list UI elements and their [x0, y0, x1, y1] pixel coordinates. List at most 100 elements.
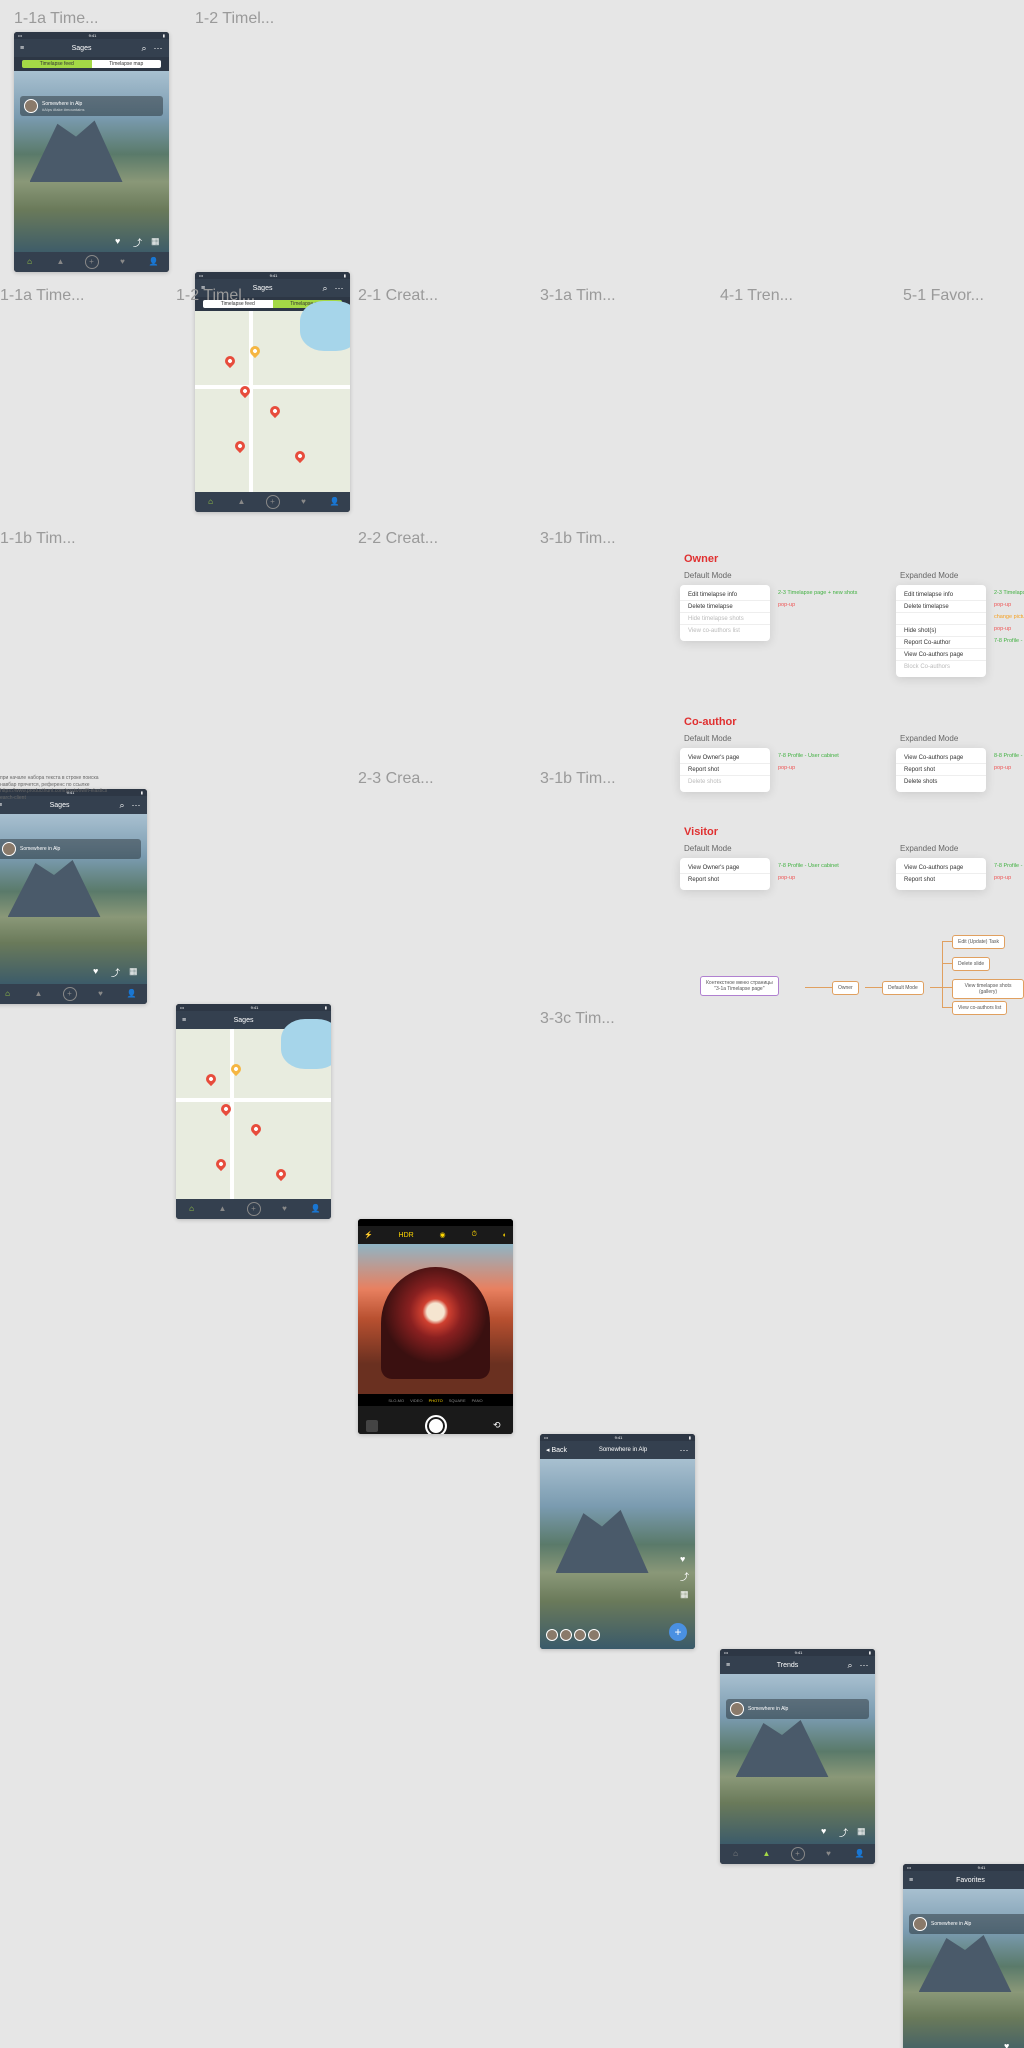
- search-icon[interactable]: ⌕: [139, 43, 149, 53]
- tab-fav[interactable]: ♥: [288, 492, 319, 512]
- tab-add[interactable]: +: [782, 1844, 813, 1864]
- share-icon[interactable]: ⤴: [680, 1570, 689, 1583]
- feed-photo[interactable]: Somewhere in Alp#Alps #lake #mountains ♥…: [14, 71, 169, 256]
- camera-viewfinder[interactable]: [358, 1244, 513, 1394]
- tab-home[interactable]: ⌂: [0, 984, 23, 1004]
- share-icon[interactable]: ⤴: [133, 236, 143, 246]
- mode-slomo[interactable]: SLO-MO: [388, 1398, 404, 1403]
- live-icon[interactable]: ◉: [440, 1231, 446, 1239]
- tab-home[interactable]: ⌂: [195, 492, 226, 512]
- artboard-5-1-favorites[interactable]: •••9:41▮ ≡ Favorites ⌕⋯ Somewhere in Alp…: [903, 1864, 1024, 2048]
- menu-icon[interactable]: ≡: [909, 1877, 913, 1884]
- segmented-control[interactable]: Timelapse feed Timelapse map: [14, 57, 169, 71]
- tab-add[interactable]: +: [54, 984, 85, 1004]
- avatar[interactable]: [24, 99, 38, 113]
- flip-camera-icon[interactable]: ⟲: [493, 1420, 505, 1432]
- avatar[interactable]: [560, 1629, 572, 1641]
- mode-square[interactable]: SQUARE: [449, 1398, 466, 1403]
- menu-icon[interactable]: ≡: [0, 802, 2, 809]
- artboard-1-1a-top[interactable]: •••9:41▮ ≡ Sages ⌕⋯ Timelapse feed Timel…: [14, 32, 169, 272]
- map-pin[interactable]: [214, 1157, 228, 1171]
- avatar[interactable]: [730, 1702, 744, 1716]
- mode-photo[interactable]: PHOTO: [429, 1398, 443, 1403]
- heart-icon[interactable]: ♥: [1004, 2041, 1014, 2048]
- map-pin[interactable]: [274, 1167, 288, 1181]
- shutter-button[interactable]: [425, 1415, 447, 1434]
- map-pin[interactable]: [204, 1072, 218, 1086]
- map-view[interactable]: [176, 1029, 331, 1201]
- grid-icon[interactable]: ▦: [680, 1589, 689, 1600]
- heart-icon[interactable]: ♥: [821, 1826, 831, 1836]
- feed-photo[interactable]: Somewhere in Alp ♥ ⤴ ▦: [720, 1674, 875, 1846]
- more-icon[interactable]: ⋯: [679, 1445, 689, 1455]
- filter-icon[interactable]: ◐: [503, 1232, 507, 1239]
- tab-fav[interactable]: ♥: [269, 1199, 300, 1219]
- more-icon[interactable]: ⋯: [334, 283, 344, 293]
- avatar[interactable]: [546, 1629, 558, 1641]
- timelapse-photo[interactable]: ♥ ⤴ ▦ +: [540, 1459, 695, 1649]
- camera-modes[interactable]: SLO-MO VIDEO PHOTO SQUARE PANO: [358, 1394, 513, 1406]
- menu-icon[interactable]: ≡: [726, 1662, 730, 1669]
- search-icon[interactable]: ⌕: [320, 283, 330, 293]
- tab-profile[interactable]: 👤: [319, 492, 350, 512]
- tab-home[interactable]: ⌂: [14, 252, 45, 272]
- tab-trends[interactable]: ▲: [751, 1844, 782, 1864]
- tab-fav[interactable]: ♥: [813, 1844, 844, 1864]
- artboard-1-2[interactable]: •••9:41▮ ≡ Sages ⌕⋯ ⌂ ▲ + ♥ 👤: [176, 1004, 331, 1219]
- artboard-1-1a[interactable]: •••9:41▮ ≡ Sages ⌕⋯ Somewhere in Alp ♥ ⤴…: [0, 789, 147, 1004]
- map-pin[interactable]: [233, 439, 247, 453]
- share-icon[interactable]: ⤴: [111, 966, 121, 976]
- avatar[interactable]: [913, 1917, 927, 1931]
- flash-icon[interactable]: ⚡: [364, 1231, 373, 1239]
- heart-icon[interactable]: ♥: [93, 966, 103, 976]
- grid-icon[interactable]: ▦: [129, 966, 139, 976]
- tab-fav[interactable]: ♥: [85, 984, 116, 1004]
- artboard-1-2-top[interactable]: •••9:41▮ ≡ Sages ⌕⋯ Timelapse feed Timel…: [195, 272, 350, 512]
- map-pin[interactable]: [293, 449, 307, 463]
- search-icon[interactable]: ⌕: [117, 800, 127, 810]
- hdr-toggle[interactable]: HDR: [399, 1232, 414, 1239]
- more-icon[interactable]: ⋯: [153, 43, 163, 53]
- tab-trends[interactable]: ▲: [226, 492, 257, 512]
- artboard-3-1a[interactable]: •••9:41▮ ◂ Back Somewhere in Alp ⋯ ♥ ⤴ ▦…: [540, 1434, 695, 1649]
- timer-icon[interactable]: ⏱: [471, 1231, 476, 1239]
- mode-video[interactable]: VIDEO: [410, 1398, 422, 1403]
- seg-map[interactable]: Timelapse map: [92, 60, 162, 68]
- tab-trends[interactable]: ▲: [45, 252, 76, 272]
- add-button[interactable]: +: [669, 1623, 687, 1641]
- feed-photo[interactable]: Somewhere in Alp ♥ ⤴ ▦: [903, 1889, 1024, 2048]
- tab-add[interactable]: +: [76, 252, 107, 272]
- coauthor-strip[interactable]: [546, 1629, 600, 1641]
- map-view[interactable]: [195, 311, 350, 496]
- seg-feed[interactable]: Timelapse feed: [22, 60, 92, 68]
- tab-home[interactable]: ⌂: [720, 1844, 751, 1864]
- tab-add[interactable]: +: [238, 1199, 269, 1219]
- feed-photo[interactable]: Somewhere in Alp ♥ ⤴ ▦: [0, 814, 147, 986]
- artboard-2-1-camera[interactable]: ⚡ HDR ◉ ⏱ ◐ SLO-MO VIDEO PHOTO SQUARE PA…: [358, 1219, 513, 1434]
- back-button[interactable]: ◂ Back: [546, 1446, 567, 1454]
- menu-icon[interactable]: ≡: [20, 45, 24, 52]
- tab-trends[interactable]: ▲: [23, 984, 54, 1004]
- map-pin[interactable]: [249, 1122, 263, 1136]
- tab-fav[interactable]: ♥: [107, 252, 138, 272]
- avatar[interactable]: [588, 1629, 600, 1641]
- avatar[interactable]: [2, 842, 16, 856]
- user-banner[interactable]: Somewhere in Alp#Alps #lake #mountains: [20, 96, 163, 116]
- share-icon[interactable]: ⤴: [839, 1826, 849, 1836]
- tab-profile[interactable]: 👤: [844, 1844, 875, 1864]
- mode-pano[interactable]: PANO: [472, 1398, 483, 1403]
- heart-icon[interactable]: ♥: [680, 1554, 689, 1564]
- heart-icon[interactable]: ♥: [115, 236, 125, 246]
- tab-home[interactable]: ⌂: [176, 1199, 207, 1219]
- tab-add[interactable]: +: [257, 492, 288, 512]
- tab-profile[interactable]: 👤: [300, 1199, 331, 1219]
- last-photo-thumb[interactable]: [366, 1420, 378, 1432]
- user-banner[interactable]: Somewhere in Alp: [0, 839, 141, 859]
- map-pin[interactable]: [268, 404, 282, 418]
- user-banner[interactable]: Somewhere in Alp: [909, 1914, 1024, 1934]
- user-banner[interactable]: Somewhere in Alp: [726, 1699, 869, 1719]
- grid-icon[interactable]: ▦: [857, 1826, 867, 1836]
- more-icon[interactable]: ⋯: [859, 1660, 869, 1670]
- tab-profile[interactable]: 👤: [138, 252, 169, 272]
- menu-icon[interactable]: ≡: [182, 1017, 186, 1024]
